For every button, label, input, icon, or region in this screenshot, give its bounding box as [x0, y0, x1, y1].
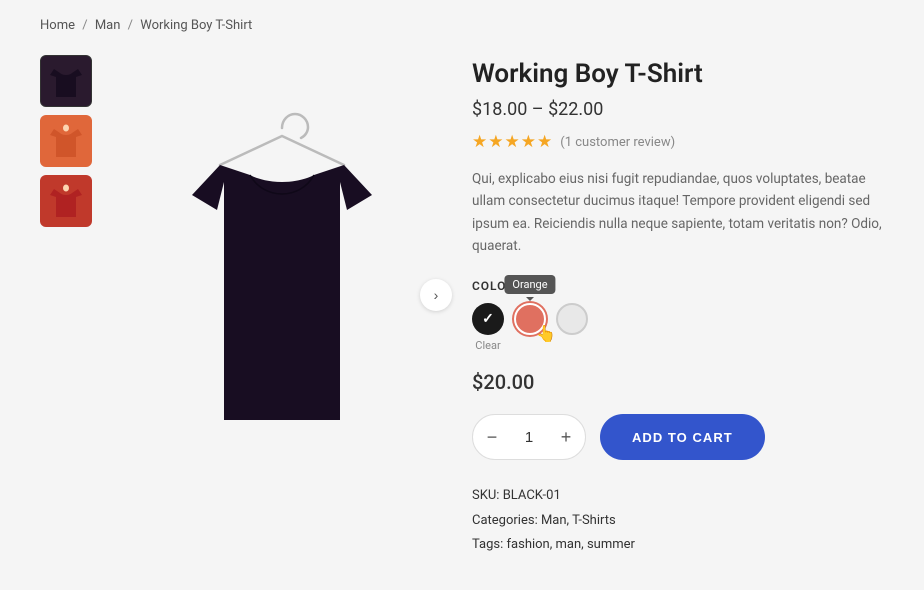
breadcrumb-sep-2: / [128, 18, 137, 33]
product-meta: SKU: BLACK-01 Categories: Man, T-Shirts … [472, 484, 884, 558]
product-title: Working Boy T-Shirt [472, 59, 884, 89]
star-2: ★ [488, 132, 503, 152]
sku-label: SKU: [472, 488, 499, 503]
breadcrumb-man[interactable]: Man [95, 18, 121, 33]
tags-value[interactable]: fashion, man, summer [507, 537, 635, 552]
thumbnail-2[interactable] [40, 115, 92, 167]
thumbnail-3[interactable] [40, 175, 92, 227]
check-icon: ✓ [482, 311, 494, 327]
product-description: Qui, explicabo eius nisi fugit repudiand… [472, 168, 884, 257]
swatch-wrap-white [556, 303, 588, 335]
categories-value[interactable]: Man, T-Shirts [541, 513, 616, 528]
star-1: ★ [472, 132, 487, 152]
breadcrumb-home[interactable]: Home [40, 18, 75, 33]
thumbnail-list [40, 55, 92, 227]
product-main-image [152, 100, 412, 490]
reviews-row: ★ ★ ★ ★ ★ (1 customer review) [472, 132, 884, 152]
selected-price: $20.00 [472, 370, 884, 394]
orange-tooltip: Orange [504, 275, 555, 294]
tags-row: Tags: fashion, man, summer [472, 533, 884, 558]
quantity-increase-button[interactable]: + [547, 414, 585, 460]
price-range: $18.00 – $22.00 [472, 99, 884, 120]
color-swatch-white[interactable] [556, 303, 588, 335]
color-swatch-black[interactable]: ✓ [472, 303, 504, 335]
star-5: ★ [537, 132, 552, 152]
main-image-area: › [122, 55, 442, 535]
star-3: ★ [505, 132, 520, 152]
color-swatches: ✓ Clear Orange [472, 303, 884, 352]
star-4: ★ [521, 132, 536, 152]
product-info: Working Boy T-Shirt $18.00 – $22.00 ★ ★ … [472, 55, 884, 558]
swatch-black-label: Clear [475, 339, 500, 352]
page-wrapper: Home / Man / Working Boy T-Shirt [0, 0, 924, 590]
next-image-button[interactable]: › [420, 279, 452, 311]
quantity-cart-row: − + ADD TO CART [472, 414, 884, 460]
quantity-input[interactable] [511, 429, 547, 446]
quantity-decrease-button[interactable]: − [473, 414, 511, 460]
review-count[interactable]: (1 customer review) [560, 135, 675, 150]
categories-row: Categories: Man, T-Shirts [472, 509, 884, 534]
swatch-wrap-orange: Orange 👆 [514, 303, 546, 335]
add-to-cart-button[interactable]: ADD TO CART [600, 414, 765, 460]
chevron-right-icon: › [434, 287, 439, 303]
tags-label: Tags: [472, 537, 503, 552]
breadcrumb-current: Working Boy T-Shirt [140, 18, 252, 33]
star-rating[interactable]: ★ ★ ★ ★ ★ [472, 132, 552, 152]
swatch-wrap-black: ✓ Clear [472, 303, 504, 352]
color-section: COLOR ✓ Clear [472, 279, 884, 352]
breadcrumb-sep-1: / [82, 18, 91, 33]
color-swatch-orange[interactable] [514, 303, 546, 335]
product-layout: › Working Boy T-Shirt $18.00 – $22.00 ★ … [40, 55, 884, 558]
tooltip-arrow [526, 297, 534, 301]
thumbnail-1[interactable] [40, 55, 92, 107]
categories-label: Categories: [472, 513, 538, 528]
sku-row: SKU: BLACK-01 [472, 484, 884, 509]
quantity-control: − + [472, 414, 586, 460]
sku-value: BLACK-01 [503, 488, 561, 503]
breadcrumb: Home / Man / Working Boy T-Shirt [40, 18, 884, 33]
